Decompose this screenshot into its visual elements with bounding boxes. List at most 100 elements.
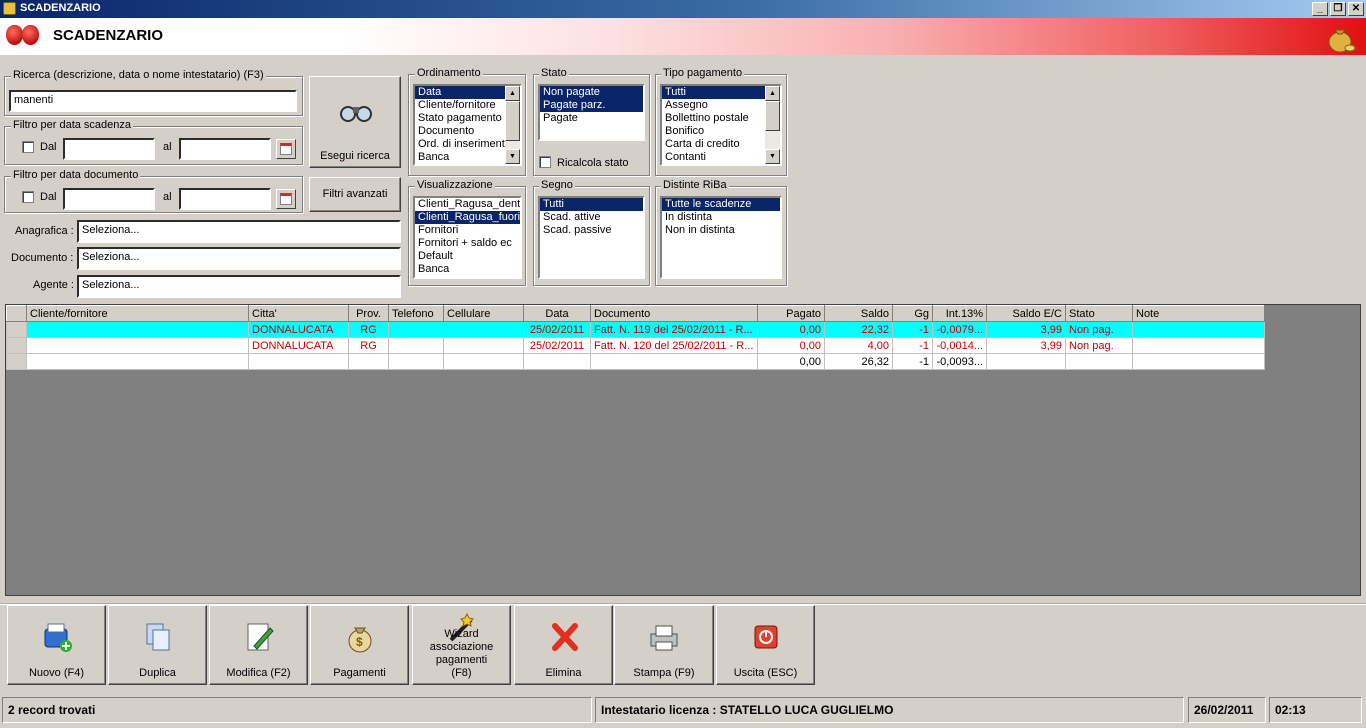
scroll-up-icon[interactable]: ▲ [765, 86, 780, 101]
column-header[interactable]: Citta' [248, 305, 349, 322]
recalc-label: Ricalcola stato [557, 157, 629, 169]
results-table[interactable]: Cliente/fornitore Citta' Prov. Telefono Cell… [6, 305, 1265, 370]
column-header[interactable]: Saldo [824, 305, 893, 322]
distinte-listbox[interactable]: Tutte le scadenze In distinta Non in disti… [660, 196, 782, 279]
visualizzazione-item[interactable]: Fornitori [415, 224, 520, 237]
recalc-checkbox[interactable] [539, 156, 551, 168]
scroll-down-icon[interactable]: ▼ [505, 149, 520, 164]
doc-to-field[interactable] [179, 188, 271, 210]
scroll-thumb[interactable] [505, 101, 520, 141]
stato-listbox[interactable]: Non pagate Pagate parz. Pagate [538, 84, 645, 141]
distinte-item[interactable]: In distinta [662, 211, 780, 224]
stato-item[interactable]: Non pagate [540, 86, 643, 99]
search-input[interactable]: manenti [9, 90, 297, 112]
table-row[interactable]: 0,00 26,32 -1 -0,0093... [6, 353, 1265, 370]
anagrafica-select[interactable]: Seleziona... [77, 220, 401, 243]
column-header[interactable]: Documento [590, 305, 758, 322]
visualizzazione-item[interactable]: Clienti_Ragusa_fuori [415, 211, 520, 224]
segno-legend: Segno [539, 179, 575, 191]
calendar-icon[interactable] [276, 189, 296, 209]
column-header[interactable]: Prov. [348, 305, 389, 322]
results-grid[interactable]: Cliente/fornitore Citta' Prov. Telefono Cell… [5, 304, 1361, 596]
row-selector[interactable] [6, 353, 27, 370]
money-bag-button[interactable]: $ Pagamenti [310, 605, 409, 685]
restore-button[interactable]: ❐ [1330, 2, 1346, 16]
table-cell [590, 353, 758, 370]
stato-item[interactable]: Pagate [540, 112, 643, 125]
column-header[interactable]: Note [1132, 305, 1265, 322]
ordinamento-item[interactable]: Data [415, 86, 505, 99]
segno-item[interactable]: Tutti [540, 198, 643, 211]
calendar-icon[interactable] [276, 139, 296, 159]
ordinamento-legend: Ordinamento [415, 67, 483, 79]
tipo-pagamento-item[interactable]: Bonifico [662, 125, 765, 138]
duplicate-button[interactable]: Duplica [108, 605, 207, 685]
visualizzazione-listbox[interactable]: Clienti_Ragusa_dentro Clienti_Ragusa_fuor… [413, 196, 522, 279]
visualizzazione-item[interactable]: Default [415, 250, 520, 263]
ordinamento-item[interactable]: Banca [415, 151, 505, 164]
table-row[interactable]: DONNALUCATA RG 25/02/2011 Fatt. N. 119 del … [6, 321, 1265, 338]
tipo-pagamento-item[interactable]: Contanti [662, 151, 765, 164]
scrollbar[interactable]: ▲ ▼ [765, 86, 780, 164]
segno-item[interactable]: Scad. passive [540, 224, 643, 237]
column-header[interactable]: Gg [892, 305, 933, 322]
doc-from-field[interactable] [63, 188, 155, 210]
table-cell [26, 353, 249, 370]
visualizzazione-item[interactable]: Clienti_Ragusa_dentro [415, 198, 520, 211]
agente-select[interactable]: Seleziona... [77, 275, 401, 298]
column-header[interactable]: Int.13% [932, 305, 987, 322]
table-cell: -0,0093... [932, 353, 987, 370]
column-header[interactable]: Cliente/fornitore [26, 305, 249, 322]
tipo-pagamento-item[interactable]: Tutti [662, 86, 765, 99]
visualizzazione-item[interactable]: Banca [415, 263, 520, 276]
advanced-filters-button[interactable]: Filtri avanzati [309, 177, 401, 212]
ordinamento-item[interactable]: Cliente/fornitore [415, 99, 505, 112]
tipo-pagamento-item[interactable]: Assegno [662, 99, 765, 112]
close-button[interactable]: ✕ [1348, 2, 1364, 16]
table-cell [443, 353, 524, 370]
ordinamento-item[interactable]: Ord. di inserimento [415, 138, 511, 151]
doc-date-filter-checkbox[interactable] [22, 191, 34, 203]
search-button[interactable]: Esegui ricerca [309, 76, 401, 168]
scrollbar[interactable]: ▲ ▼ [505, 86, 520, 164]
row-selector[interactable] [6, 321, 27, 338]
documento-select[interactable]: Seleziona... [77, 247, 401, 270]
due-to-field[interactable] [179, 138, 271, 160]
printer-button[interactable]: Stampa (F9) [614, 605, 714, 685]
column-header[interactable]: Stato [1065, 305, 1133, 322]
column-header[interactable]: Cellulare [443, 305, 524, 322]
table-row[interactable]: DONNALUCATA RG 25/02/2011 Fatt. N. 120 del … [6, 337, 1265, 354]
column-header[interactable]: Telefono [388, 305, 444, 322]
due-date-filter-checkbox[interactable] [22, 141, 34, 153]
scroll-thumb[interactable] [765, 101, 780, 131]
stato-item[interactable]: Pagate parz. [540, 99, 643, 112]
table-cell: -0,0014... [932, 337, 987, 354]
tipo-pagamento-item[interactable]: Bollettino postale [662, 112, 765, 125]
segno-item[interactable]: Scad. attive [540, 211, 643, 224]
segno-listbox[interactable]: Tutti Scad. attive Scad. passive [538, 196, 645, 279]
row-selector[interactable] [6, 337, 27, 354]
wizard-button[interactable]: Wizard associazione pagamenti (F8) [412, 605, 511, 685]
table-cell [1132, 353, 1265, 370]
edit-button[interactable]: Modifica (F2) [209, 605, 308, 685]
scroll-up-icon[interactable]: ▲ [505, 86, 520, 101]
distinte-item[interactable]: Tutte le scadenze [662, 198, 780, 211]
tipo-pagamento-item[interactable]: Carta di credito [662, 138, 765, 151]
app-icon [3, 2, 16, 15]
exit-button[interactable]: Uscita (ESC) [716, 605, 815, 685]
ordinamento-listbox[interactable]: Data Cliente/fornitore Stato pagamento Docu… [413, 84, 522, 166]
scroll-down-icon[interactable]: ▼ [765, 149, 780, 164]
due-from-field[interactable] [63, 138, 155, 160]
visualizzazione-item[interactable]: Fornitori + saldo ec [415, 237, 520, 250]
column-header[interactable]: Pagato [757, 305, 825, 322]
minimize-button[interactable]: _ [1312, 2, 1328, 16]
delete-button[interactable]: Elimina [514, 605, 613, 685]
tipo-pagamento-listbox[interactable]: Tutti Assegno Bollettino postale Bonifico Ca… [660, 84, 782, 166]
new-button[interactable]: Nuovo (F4) [7, 605, 106, 685]
column-header[interactable]: Data [523, 305, 591, 322]
distinte-item[interactable]: Non in distinta [662, 224, 780, 237]
ordinamento-item[interactable]: Stato pagamento [415, 112, 505, 125]
column-header[interactable]: Saldo E/C [986, 305, 1066, 322]
ordinamento-item[interactable]: Documento [415, 125, 505, 138]
title-bar[interactable]: SCADENZARIO _ ❐ ✕ [0, 0, 1366, 18]
